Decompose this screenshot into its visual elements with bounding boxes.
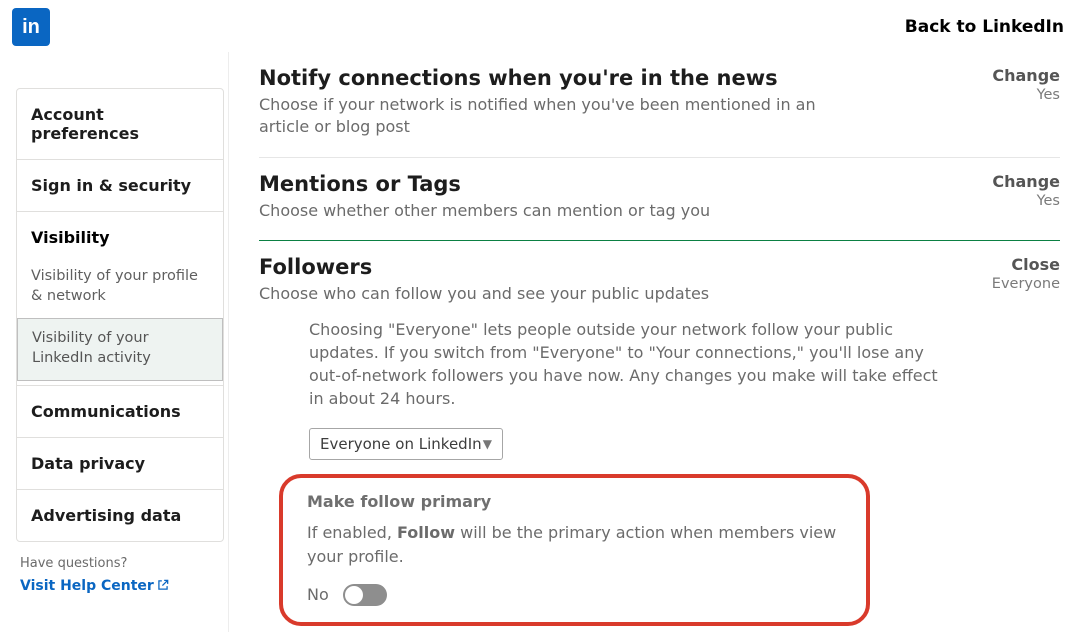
make-follow-primary-box: Make follow primary If enabled, Follow w… [279,474,870,625]
followers-audience-value: Everyone on LinkedIn [320,435,482,453]
setting-followers-desc: Choose who can follow you and see your p… [259,283,709,305]
setting-mentions-title: Mentions or Tags [259,172,710,196]
setting-news-state: Yes [970,87,1060,103]
back-to-linkedin-link[interactable]: Back to LinkedIn [905,17,1064,37]
linkedin-logo[interactable]: in [12,8,50,46]
sidebar-item-data-privacy[interactable]: Data privacy [17,438,223,490]
toggle-state-label: No [307,585,329,604]
setting-mentions-state: Yes [970,193,1060,209]
sidebar-item-visibility[interactable]: Visibility [17,212,223,257]
sidebar-item-sign-in-security[interactable]: Sign in & security [17,160,223,212]
make-follow-primary-desc: If enabled, Follow will be the primary a… [307,521,842,567]
setting-followers-close[interactable]: Close [970,255,1060,274]
sidebar-column: Account preferences Sign in & security V… [0,52,228,599]
sidebar-footer: Have questions? Visit Help Center [8,542,228,599]
setting-news-change[interactable]: Change [970,66,1060,85]
setting-news-title: Notify connections when you're in the ne… [259,66,819,90]
make-follow-primary-toggle[interactable] [343,584,387,606]
followers-help-text: Choosing "Everyone" lets people outside … [309,318,939,411]
setting-news-desc: Choose if your network is notified when … [259,94,819,139]
setting-followers-state: Everyone [970,276,1060,292]
help-center-link-text: Visit Help Center [20,578,154,594]
setting-mentions-desc: Choose whether other members can mention… [259,200,710,222]
external-link-icon [156,578,170,595]
sidebar-item-advertising-data[interactable]: Advertising data [17,490,223,541]
setting-followers: Followers Choose who can follow you and … [259,241,1060,632]
followers-audience-select[interactable]: Everyone on LinkedIn ▼ [309,428,503,460]
sidebar-sub-profile-visibility[interactable]: Visibility of your profile & network [17,257,223,318]
sidebar-sub-activity-visibility[interactable]: Visibility of your LinkedIn activity [17,318,223,381]
setting-news: Notify connections when you're in the ne… [259,52,1060,158]
make-follow-primary-toggle-row: No [307,584,842,606]
setting-mentions: Mentions or Tags Choose whether other me… [259,158,1060,241]
help-center-link[interactable]: Visit Help Center [20,578,170,595]
toggle-knob [345,586,363,604]
sidebar-item-communications[interactable]: Communications [17,386,223,438]
sidebar-footer-question: Have questions? [20,556,224,571]
main-panel: Notify connections when you're in the ne… [228,52,1080,632]
setting-mentions-change[interactable]: Change [970,172,1060,191]
sidebar-item-account-preferences[interactable]: Account preferences [17,89,223,160]
linkedin-logo-text: in [22,16,40,39]
followers-detail: Choosing "Everyone" lets people outside … [259,306,1060,626]
make-follow-primary-title: Make follow primary [307,492,842,511]
chevron-down-icon: ▼ [483,437,492,451]
top-bar: in Back to LinkedIn [0,0,1080,50]
body: Account preferences Sign in & security V… [0,50,1080,632]
setting-followers-title: Followers [259,255,709,279]
sidebar-section-visibility: Visibility Visibility of your profile & … [17,212,223,386]
sidebar: Account preferences Sign in & security V… [16,88,224,542]
